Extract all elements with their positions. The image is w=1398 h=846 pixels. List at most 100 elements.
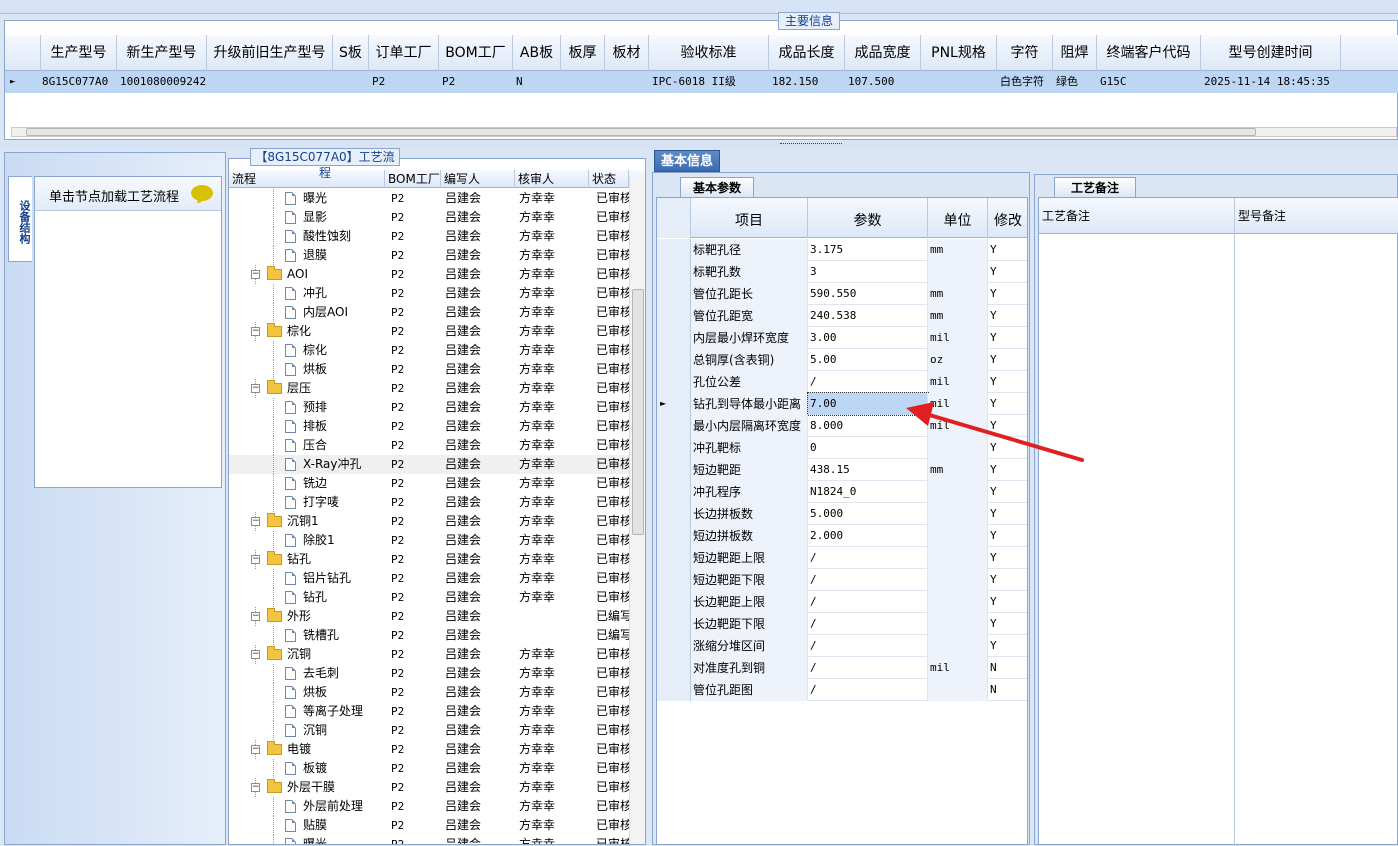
param-row[interactable]: 长边靶距下限 / Y xyxy=(657,613,1027,635)
tree-group-row[interactable]: − 沉铜1 P2 吕建会 方幸幸 已审核 xyxy=(229,512,629,531)
param-value[interactable]: 240.538 xyxy=(808,305,928,327)
collapse-icon[interactable]: − xyxy=(251,555,260,564)
tree-step-row[interactable]: 内层AOI P2 吕建会 方幸幸 已审核 xyxy=(229,303,629,322)
row-indicator[interactable] xyxy=(657,481,691,503)
tree-step-row[interactable]: 铣边 P2 吕建会 方幸幸 已审核 xyxy=(229,474,629,493)
param-row[interactable]: 对准度孔到铜 / mil N xyxy=(657,657,1027,679)
main-col-header[interactable]: PNL规格 xyxy=(921,35,997,71)
process-scroll-thumb[interactable] xyxy=(632,289,644,535)
param-value[interactable]: 3.175 xyxy=(808,239,928,261)
remark-col-process[interactable]: 工艺备注 xyxy=(1039,198,1235,234)
tree-group-row[interactable]: − 层压 P2 吕建会 方幸幸 已审核 xyxy=(229,379,629,398)
main-col-header[interactable]: 板材 xyxy=(605,35,649,71)
tree-step-row[interactable]: 铣槽孔 P2 吕建会 已编写 xyxy=(229,626,629,645)
param-value[interactable]: 3 xyxy=(808,261,928,283)
tree-step-row[interactable]: 外层前处理 P2 吕建会 方幸幸 已审核 xyxy=(229,797,629,816)
params-col-header[interactable]: 修改 xyxy=(988,198,1027,238)
tree-step-row[interactable]: 除胶1 P2 吕建会 方幸幸 已审核 xyxy=(229,531,629,550)
main-scroll-thumb[interactable] xyxy=(26,128,1256,136)
row-indicator[interactable] xyxy=(657,239,691,261)
grid-corner[interactable] xyxy=(5,35,41,71)
main-row-cell[interactable]: IPC-6018 II级 xyxy=(649,71,769,93)
row-indicator[interactable] xyxy=(657,547,691,569)
main-col-header[interactable]: 终端客户代码 xyxy=(1097,35,1201,71)
tree-step-row[interactable]: 预排 P2 吕建会 方幸幸 已审核 xyxy=(229,398,629,417)
param-value[interactable]: / xyxy=(808,569,928,591)
params-col-header[interactable]: 项目 xyxy=(691,198,808,238)
main-col-header[interactable]: S板 xyxy=(333,35,369,71)
tree-step-row[interactable]: 烘板 P2 吕建会 方幸幸 已审核 xyxy=(229,683,629,702)
param-row[interactable]: 标靶孔径 3.175 mm Y xyxy=(657,239,1027,261)
tree-group-row[interactable]: − 沉铜 P2 吕建会 方幸幸 已审核 xyxy=(229,645,629,664)
params-grid-corner[interactable] xyxy=(657,198,691,238)
tree-step-row[interactable]: 冲孔 P2 吕建会 方幸幸 已审核 xyxy=(229,284,629,303)
param-row[interactable]: 总铜厚(含表铜) 5.00 oz Y xyxy=(657,349,1027,371)
main-col-header[interactable]: 板厚 xyxy=(561,35,605,71)
main-col-header[interactable]: 成品长度 xyxy=(769,35,845,71)
param-row[interactable]: 标靶孔数 3 Y xyxy=(657,261,1027,283)
tree-step-row[interactable]: 去毛刺 P2 吕建会 方幸幸 已审核 xyxy=(229,664,629,683)
main-row-cell[interactable] xyxy=(561,71,605,93)
main-row-cell[interactable]: G15C xyxy=(1097,71,1201,93)
main-row-cell[interactable]: P2 xyxy=(369,71,439,93)
param-row[interactable]: 长边靶距上限 / Y xyxy=(657,591,1027,613)
tree-group-row[interactable]: − 电镀 P2 吕建会 方幸幸 已审核 xyxy=(229,740,629,759)
main-col-header[interactable]: 阻焊 xyxy=(1053,35,1097,71)
tree-step-row[interactable]: 酸性蚀刻 P2 吕建会 方幸幸 已审核 xyxy=(229,227,629,246)
tree-step-row[interactable]: 贴膜 P2 吕建会 方幸幸 已审核 xyxy=(229,816,629,835)
tree-step-row[interactable]: 板镀 P2 吕建会 方幸幸 已审核 xyxy=(229,759,629,778)
params-col-header[interactable]: 参数 xyxy=(808,198,928,238)
param-row[interactable]: 长边拼板数 5.000 Y xyxy=(657,503,1027,525)
remark-process-cell[interactable] xyxy=(1039,234,1235,846)
tree-step-row[interactable]: 退膜 P2 吕建会 方幸幸 已审核 xyxy=(229,246,629,265)
main-grid-selected-row[interactable]: ► 8G15C077A0 10010800092423 P2 P2 N IPC-6018 … xyxy=(5,71,1398,93)
row-indicator[interactable] xyxy=(657,305,691,327)
row-indicator[interactable] xyxy=(657,283,691,305)
main-col-header[interactable]: 字符 xyxy=(997,35,1053,71)
tab-process-remark[interactable]: 工艺备注 xyxy=(1054,177,1136,197)
row-indicator[interactable] xyxy=(657,525,691,547)
tree-step-row[interactable]: 压合 P2 吕建会 方幸幸 已审核 xyxy=(229,436,629,455)
main-row-cell[interactable] xyxy=(333,71,369,93)
tree-group-row[interactable]: − 外层干膜 P2 吕建会 方幸幸 已审核 xyxy=(229,778,629,797)
row-indicator[interactable] xyxy=(657,459,691,481)
param-row[interactable]: 管位孔距宽 240.538 mm Y xyxy=(657,305,1027,327)
row-indicator[interactable] xyxy=(657,437,691,459)
tree-step-row[interactable]: 曝光 P2 吕建会 方幸幸 已审核 xyxy=(229,835,629,844)
tab-basic-info[interactable]: 基本信息 xyxy=(654,150,720,172)
tree-group-row[interactable]: − 钻孔 P2 吕建会 方幸幸 已审核 xyxy=(229,550,629,569)
tree-group-row[interactable]: − 棕化 P2 吕建会 方幸幸 已审核 xyxy=(229,322,629,341)
main-row-cell[interactable] xyxy=(605,71,649,93)
row-indicator[interactable]: ► xyxy=(657,393,691,415)
collapse-icon[interactable]: − xyxy=(251,745,260,754)
param-value[interactable]: 5.000 xyxy=(808,503,928,525)
param-value[interactable]: 2.000 xyxy=(808,525,928,547)
main-col-header[interactable]: 型号创建时间 xyxy=(1201,35,1341,71)
collapse-icon[interactable]: − xyxy=(251,384,260,393)
tree-group-row[interactable]: − 外形 P2 吕建会 已编写 xyxy=(229,607,629,626)
collapse-icon[interactable]: − xyxy=(251,612,260,621)
param-value[interactable]: 3.00 xyxy=(808,327,928,349)
tree-step-row[interactable]: 钻孔 P2 吕建会 方幸幸 已审核 xyxy=(229,588,629,607)
horizontal-splitter[interactable] xyxy=(0,141,1398,149)
param-row[interactable]: 管位孔距图 / N xyxy=(657,679,1027,701)
process-col-header[interactable]: 编写人 xyxy=(441,170,515,188)
process-col-header[interactable]: 核审人 xyxy=(515,170,589,188)
row-indicator[interactable] xyxy=(657,591,691,613)
row-indicator[interactable] xyxy=(657,415,691,437)
process-col-header[interactable]: 流程 xyxy=(229,170,385,188)
param-value[interactable]: 5.00 xyxy=(808,349,928,371)
param-value[interactable]: / xyxy=(808,679,928,701)
tree-step-row[interactable]: X-Ray冲孔 P2 吕建会 方幸幸 已审核 xyxy=(229,455,629,474)
params-col-header[interactable]: 单位 xyxy=(928,198,988,238)
tree-step-row[interactable]: 沉铜 P2 吕建会 方幸幸 已审核 xyxy=(229,721,629,740)
row-indicator[interactable] xyxy=(657,679,691,701)
tree-step-row[interactable]: 显影 P2 吕建会 方幸幸 已审核 xyxy=(229,208,629,227)
row-indicator[interactable] xyxy=(657,503,691,525)
process-tree-loader[interactable]: 单击节点加载工艺流程 xyxy=(34,176,222,488)
tree-step-row[interactable]: 棕化 P2 吕建会 方幸幸 已审核 xyxy=(229,341,629,360)
row-indicator[interactable] xyxy=(657,371,691,393)
param-row[interactable]: 短边靶距下限 / Y xyxy=(657,569,1027,591)
main-row-cell[interactable] xyxy=(921,71,997,93)
row-indicator[interactable] xyxy=(657,657,691,679)
